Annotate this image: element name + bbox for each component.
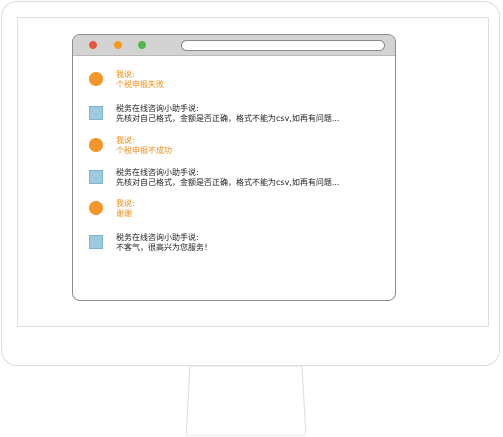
browser-titlebar — [73, 35, 395, 56]
close-window-dot[interactable] — [89, 41, 97, 49]
user-avatar-icon — [89, 72, 103, 86]
bot-avatar-icon — [89, 106, 103, 120]
message-content: 个税申报失败 — [116, 80, 164, 89]
message-text: 我说: 个税申报失败 — [116, 70, 386, 90]
browser-window: 我说: 个税申报失败 税务在线咨询小助手说: 先核对自己格式，金额是否正确，格式… — [72, 34, 396, 301]
message-content: 谢谢 — [116, 209, 132, 218]
maximize-window-dot[interactable] — [138, 41, 146, 49]
address-bar[interactable] — [181, 40, 385, 51]
message-speaker: 我说: — [116, 199, 135, 208]
user-avatar-icon — [89, 201, 103, 215]
message-content: 先核对自己格式，金额是否正确，格式不能为csv,如再有问题... — [116, 178, 340, 187]
message-content: 不客气，很高兴为您服务！ — [116, 243, 212, 252]
message-text: 税务在线咨询小助手说: 先核对自己格式，金额是否正确，格式不能为csv,如再有问… — [116, 104, 386, 124]
monitor-stand — [186, 366, 306, 436]
message-text: 我说: 谢谢 — [116, 199, 386, 219]
message-text: 税务在线咨询小助手说: 不客气，很高兴为您服务！ — [116, 233, 386, 253]
bot-avatar-icon — [89, 170, 103, 184]
message-text: 我说: 个税申报不成功 — [116, 136, 386, 156]
user-avatar-icon — [89, 138, 103, 152]
message-speaker: 税务在线咨询小助手说: — [116, 104, 199, 113]
message-text: 税务在线咨询小助手说: 先核对自己格式，金额是否正确，格式不能为csv,如再有问… — [116, 168, 386, 188]
message-speaker: 我说: — [116, 136, 135, 145]
minimize-window-dot[interactable] — [114, 41, 122, 49]
message-speaker: 我说: — [116, 70, 135, 79]
bot-avatar-icon — [89, 235, 103, 249]
message-content: 先核对自己格式，金额是否正确，格式不能为csv,如再有问题... — [116, 114, 340, 123]
message-speaker: 税务在线咨询小助手说: — [116, 168, 199, 177]
message-content: 个税申报不成功 — [116, 146, 172, 155]
message-speaker: 税务在线咨询小助手说: — [116, 233, 199, 242]
